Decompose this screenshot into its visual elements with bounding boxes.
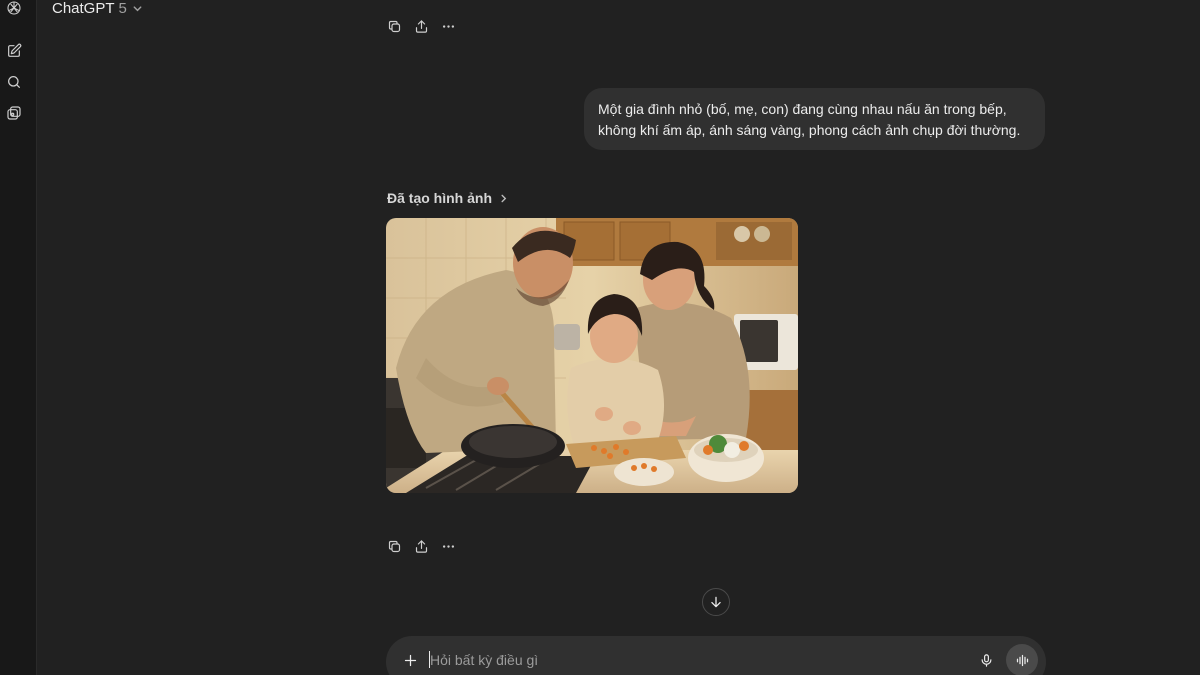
copy-button[interactable] [386,18,403,35]
waveform-icon [1016,654,1028,666]
chevron-right-icon [501,194,507,202]
openai-logo-icon [7,1,21,15]
ellipsis-icon [442,24,455,28]
plus-icon [404,654,416,666]
ellipsis-icon [442,544,455,548]
generated-image-label[interactable]: Đã tạo hình ảnh [387,189,508,207]
image-message-actions [386,537,457,555]
more-options-button[interactable] [440,18,457,35]
openai-logo[interactable] [4,0,24,18]
new-chat-button[interactable] [4,41,24,61]
chatgpt-app: ChatGPT 5 Một gia đình nhỏ (bố, mẹ, con)… [0,0,1200,675]
family-cooking-image [386,218,798,493]
model-name: ChatGPT [52,0,115,17]
microphone-icon [981,653,991,667]
add-attachment-button[interactable] [400,650,420,670]
scroll-to-bottom-button[interactable] [702,588,730,616]
dictate-button[interactable] [976,650,996,670]
copy-icon [388,540,401,552]
images-icon [7,106,21,120]
share-icon [415,539,428,553]
more-options-button[interactable] [440,538,457,555]
chevron-down-icon [133,5,142,11]
share-icon [415,19,428,33]
user-message-line: không khí ấm áp, ánh sáng vàng, phong cá… [598,122,1021,138]
copy-icon [388,20,401,32]
user-message-line: Một gia đình nhỏ (bố, mẹ, con) đang cùng… [598,101,1007,117]
search-icon [8,76,20,88]
copy-button[interactable] [386,538,403,555]
generated-image[interactable] [386,218,798,493]
user-message-bubble: Một gia đình nhỏ (bố, mẹ, con) đang cùng… [584,88,1045,150]
message-input[interactable] [430,649,950,671]
model-switcher[interactable]: ChatGPT 5 [52,0,143,17]
arrow-down-icon [711,596,721,608]
share-button[interactable] [413,18,430,35]
composer [386,636,1046,675]
previous-message-actions [386,17,457,35]
model-version: 5 [118,0,127,17]
sidebar-rail [0,0,37,675]
voice-mode-button[interactable] [1006,644,1038,675]
edit-icon [8,43,22,57]
search-chats-button[interactable] [4,72,24,92]
share-button[interactable] [413,538,430,555]
library-button[interactable] [4,103,24,123]
generated-image-label-text: Đã tạo hình ảnh [387,190,492,206]
